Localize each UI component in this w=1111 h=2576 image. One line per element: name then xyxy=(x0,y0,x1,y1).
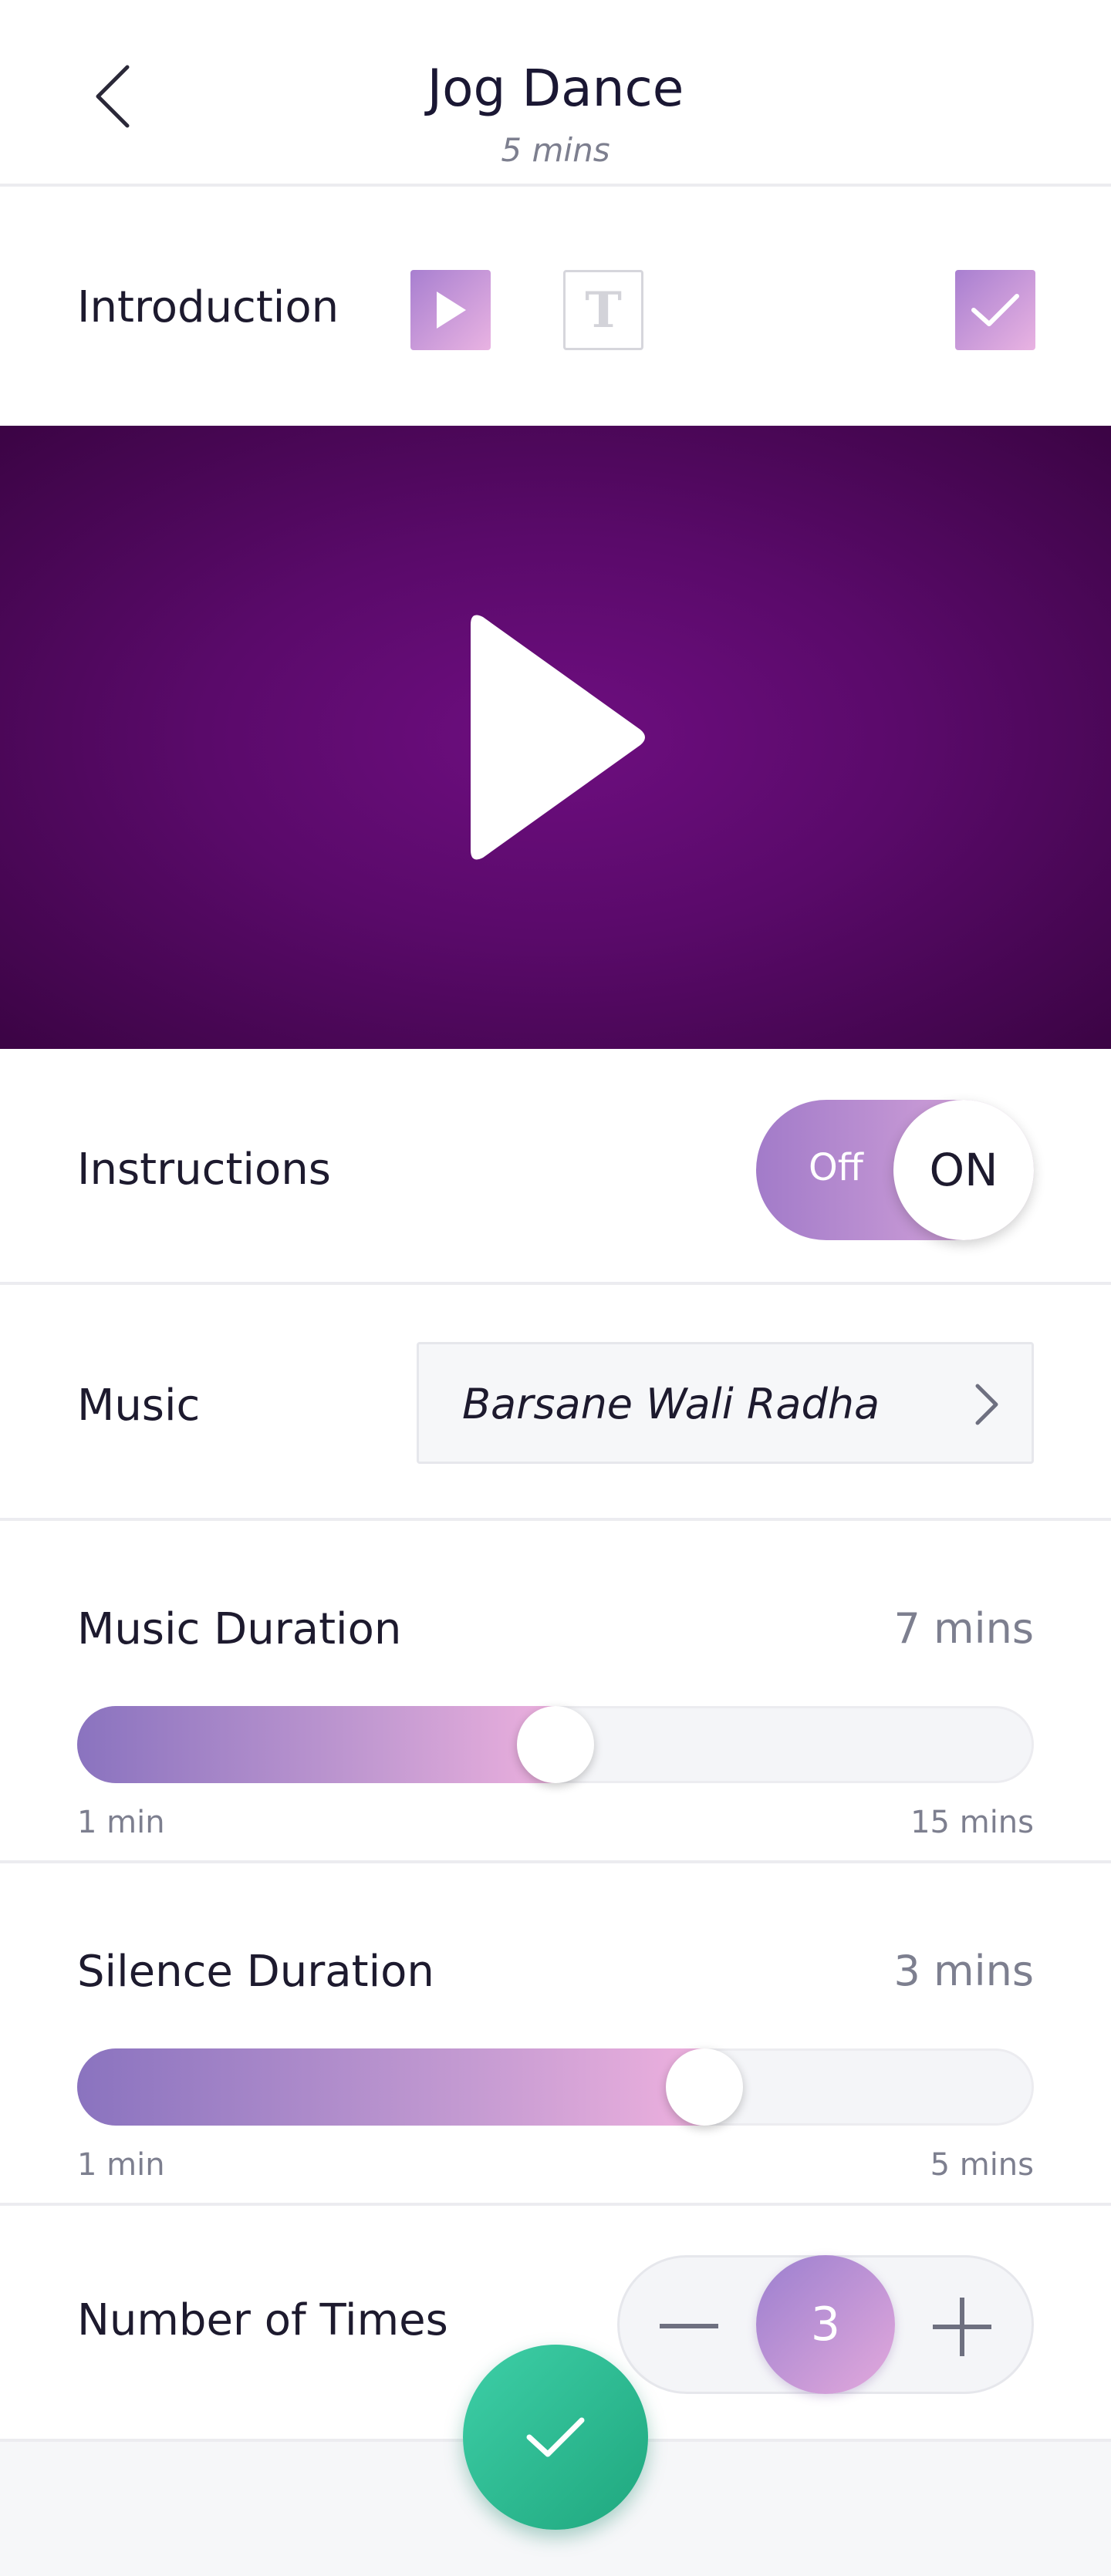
confirm-button[interactable] xyxy=(463,2345,648,2530)
slider-thumb[interactable] xyxy=(517,1706,594,1783)
video-player[interactable] xyxy=(0,426,1111,1049)
introduction-row: Introduction T xyxy=(0,190,1111,426)
plus-icon xyxy=(933,2298,991,2356)
text-icon: T xyxy=(585,281,622,339)
silence-duration-label: Silence Duration xyxy=(77,1947,434,1997)
music-label: Music xyxy=(77,1381,201,1431)
page-title: Jog Dance xyxy=(427,59,684,118)
increment-button[interactable] xyxy=(924,2288,1001,2365)
silence-duration-row: Silence Duration 3 mins 1 min 5 mins xyxy=(0,1866,1111,2206)
music-duration-max: 15 mins xyxy=(910,1805,1034,1840)
music-duration-value: 7 mins xyxy=(893,1604,1035,1653)
chevron-right-icon xyxy=(975,1384,998,1425)
times-stepper: 3 xyxy=(617,2255,1034,2394)
video-mode-button[interactable] xyxy=(410,270,491,350)
check-icon xyxy=(971,294,1019,326)
music-duration-label: Music Duration xyxy=(77,1604,402,1654)
introduction-label: Introduction xyxy=(77,282,339,332)
toggle-knob[interactable]: ON xyxy=(893,1100,1034,1240)
toggle-on-label: ON xyxy=(929,1144,998,1196)
instructions-toggle[interactable]: Off ON xyxy=(756,1100,1034,1240)
minus-icon xyxy=(660,2324,718,2328)
silence-duration-max: 5 mins xyxy=(930,2147,1034,2183)
music-duration-slider[interactable] xyxy=(77,1706,1034,1783)
silence-duration-min: 1 min xyxy=(77,2147,165,2183)
instructions-row: Instructions Off ON xyxy=(0,1049,1111,1285)
check-icon xyxy=(526,2417,585,2457)
music-select[interactable]: Barsane Wali Radha xyxy=(417,1342,1034,1464)
music-row: Music Barsane Wali Radha xyxy=(0,1288,1111,1521)
slider-thumb[interactable] xyxy=(665,2048,743,2126)
music-value: Barsane Wali Radha xyxy=(462,1380,880,1428)
play-icon xyxy=(471,615,645,860)
instructions-label: Instructions xyxy=(77,1145,331,1195)
music-duration-row: Music Duration 7 mins 1 min 15 mins xyxy=(0,1524,1111,1863)
slider-fill xyxy=(77,1706,592,1783)
number-of-times-label: Number of Times xyxy=(77,2295,448,2345)
music-duration-min: 1 min xyxy=(77,1805,165,1840)
play-icon xyxy=(437,292,466,329)
times-value: 3 xyxy=(756,2255,895,2394)
silence-duration-value: 3 mins xyxy=(893,1947,1035,1995)
toggle-off-label: Off xyxy=(809,1146,863,1189)
page-subtitle: 5 mins xyxy=(501,131,610,169)
header: Jog Dance 5 mins xyxy=(0,0,1111,187)
introduction-checkbox[interactable] xyxy=(955,270,1035,350)
silence-duration-slider[interactable] xyxy=(77,2048,1034,2126)
slider-fill xyxy=(77,2048,741,2126)
decrement-button[interactable] xyxy=(650,2288,728,2365)
text-mode-button[interactable]: T xyxy=(563,270,643,350)
